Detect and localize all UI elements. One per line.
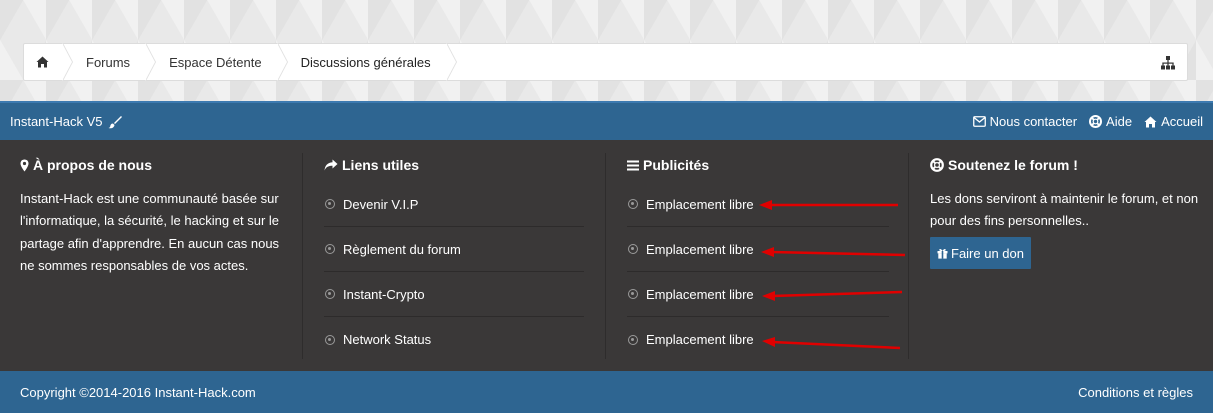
breadcrumb-label: Discussions générales xyxy=(300,54,431,70)
home-icon xyxy=(1144,116,1157,127)
useful-links-list: Devenir V.I.P Règlement du forum Instant… xyxy=(324,182,584,362)
conditions-link[interactable]: Conditions et règles xyxy=(1078,385,1193,400)
home-link-label: Accueil xyxy=(1161,114,1203,129)
useful-links-column: Liens utiles Devenir V.I.P Règlement du … xyxy=(324,140,584,371)
bottom-bar: Copyright ©2014-2016 Instant-Hack.com Co… xyxy=(0,371,1213,413)
useful-link-label: Network Status xyxy=(343,332,432,347)
ad-slot[interactable]: Emplacement libre xyxy=(627,227,889,272)
circle-bullet-icon xyxy=(325,289,335,299)
home-icon xyxy=(36,56,49,68)
useful-link-label: Instant-Crypto xyxy=(343,286,425,302)
support-column: Soutenez le forum ! Les dons serviront à… xyxy=(930,140,1200,371)
envelope-icon xyxy=(972,116,986,127)
home-link[interactable]: Accueil xyxy=(1144,114,1203,129)
breadcrumb-home[interactable] xyxy=(24,43,73,81)
share-arrow-icon xyxy=(324,159,338,171)
ads-title: Publicités xyxy=(643,157,710,173)
breadcrumb-item-espace-detente[interactable]: Espace Détente xyxy=(156,43,288,81)
useful-link-vip[interactable]: Devenir V.I.P xyxy=(324,182,584,227)
breadcrumb-item-forums[interactable]: Forums xyxy=(73,43,157,81)
about-text: Instant-Hack est une communauté basée su… xyxy=(20,191,280,274)
ads-list: Emplacement libre Emplacement libre Empl… xyxy=(627,182,889,362)
ad-slot[interactable]: Emplacement libre xyxy=(627,272,889,317)
map-marker-icon xyxy=(20,159,29,171)
about-column: À propos de nous Instant-Hack est une co… xyxy=(20,140,290,371)
contact-link-label: Nous contacter xyxy=(989,114,1078,129)
useful-link-label: Règlement du forum xyxy=(343,241,461,257)
circle-bullet-icon xyxy=(628,244,638,254)
ad-slot-label: Emplacement libre xyxy=(646,286,754,302)
useful-link-crypto[interactable]: Instant-Crypto xyxy=(324,272,584,317)
ad-slot-label: Emplacement libre xyxy=(646,196,754,212)
circle-bullet-icon xyxy=(628,289,638,299)
circle-bullet-icon xyxy=(325,199,335,209)
about-heading: À propos de nous xyxy=(20,157,152,173)
ads-heading: Publicités xyxy=(627,157,709,173)
list-icon xyxy=(627,160,639,170)
ad-slot[interactable]: Emplacement libre xyxy=(627,317,889,362)
ad-slot-label: Emplacement libre xyxy=(646,241,754,257)
circle-bullet-icon xyxy=(325,244,335,254)
top-nav-bar: Instant-Hack V5 Nous contacter Aide Accu… xyxy=(0,101,1213,140)
useful-links-heading: Liens utiles xyxy=(324,157,419,173)
column-divider xyxy=(605,153,606,359)
support-title: Soutenez le forum ! xyxy=(948,157,1078,173)
useful-link-network-status[interactable]: Network Status xyxy=(324,317,584,362)
brand[interactable]: Instant-Hack V5 xyxy=(10,114,122,129)
ad-slot[interactable]: Emplacement libre xyxy=(627,182,889,227)
copyright-text: Copyright ©2014-2016 Instant-Hack.com xyxy=(20,385,256,400)
lifebuoy-icon xyxy=(930,158,944,172)
breadcrumb: Forums Espace Détente Discussions généra… xyxy=(23,43,1188,81)
useful-links-title: Liens utiles xyxy=(342,157,420,173)
breadcrumb-item-discussions[interactable]: Discussions générales xyxy=(288,43,457,81)
top-links: Nous contacter Aide Accueil xyxy=(972,114,1203,129)
brand-name: Instant-Hack V5 xyxy=(10,114,103,129)
help-link[interactable]: Aide xyxy=(1089,114,1132,129)
footer-columns: À propos de nous Instant-Hack est une co… xyxy=(0,140,1213,371)
circle-bullet-icon xyxy=(325,334,335,345)
useful-link-label: Devenir V.I.P xyxy=(343,196,419,212)
ad-slot-label: Emplacement libre xyxy=(646,332,754,347)
column-divider xyxy=(302,153,303,359)
donate-button[interactable]: Faire un don xyxy=(930,237,1031,269)
support-heading: Soutenez le forum ! xyxy=(930,157,1078,173)
ads-column: Publicités Emplacement libre Emplacement… xyxy=(627,140,889,371)
breadcrumb-label: Espace Détente xyxy=(169,54,262,70)
paintbrush-icon xyxy=(108,115,122,128)
breadcrumb-label: Forums xyxy=(86,54,131,70)
lifebuoy-icon xyxy=(1089,115,1103,128)
useful-link-reglement[interactable]: Règlement du forum xyxy=(324,227,584,272)
page-background: Forums Espace Détente Discussions généra… xyxy=(0,0,1213,101)
column-divider xyxy=(908,153,909,359)
support-text: Les dons serviront à maintenir le forum,… xyxy=(930,191,1199,229)
donate-button-label: Faire un don xyxy=(951,245,1024,261)
gift-icon xyxy=(937,248,948,259)
circle-bullet-icon xyxy=(628,334,638,345)
sitemap-icon[interactable] xyxy=(1160,55,1176,71)
about-title: À propos de nous xyxy=(33,157,152,173)
contact-link[interactable]: Nous contacter xyxy=(972,114,1078,129)
circle-bullet-icon xyxy=(628,199,638,209)
help-link-label: Aide xyxy=(1106,114,1133,129)
